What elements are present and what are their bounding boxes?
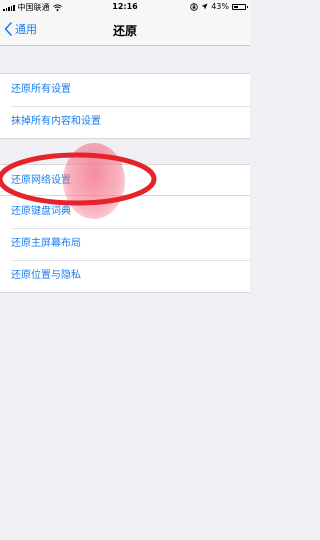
battery-percent: 43%: [211, 2, 229, 11]
reset-location-privacy-cell[interactable]: 还原位置与隐私: [0, 260, 250, 292]
location-icon: [201, 3, 208, 10]
reset-group-all: 还原所有设置 抹掉所有内容和设置: [0, 73, 250, 139]
reset-group-other: 还原键盘词典 还原主屏幕布局 还原位置与隐私: [0, 195, 250, 293]
erase-all-content-cell[interactable]: 抹掉所有内容和设置: [0, 106, 250, 138]
battery-level: [234, 5, 239, 8]
battery-icon: [232, 3, 248, 10]
reset-keyboard-dictionary-cell[interactable]: 还原键盘词典: [0, 196, 250, 228]
reset-group-network: 还原网络设置: [0, 164, 250, 198]
navigation-bar: 通用 还原: [0, 14, 250, 46]
lock-rotation-icon: [190, 2, 198, 11]
page-title: 还原: [112, 24, 137, 38]
reset-all-settings-cell[interactable]: 还原所有设置: [0, 74, 250, 106]
status-right: 43%: [190, 2, 248, 11]
status-bar: 中国联通 12:16 43%: [0, 0, 250, 14]
reset-network-settings-cell[interactable]: 还原网络设置: [0, 165, 250, 197]
reset-home-screen-layout-cell[interactable]: 还原主屏幕布局: [0, 228, 250, 260]
